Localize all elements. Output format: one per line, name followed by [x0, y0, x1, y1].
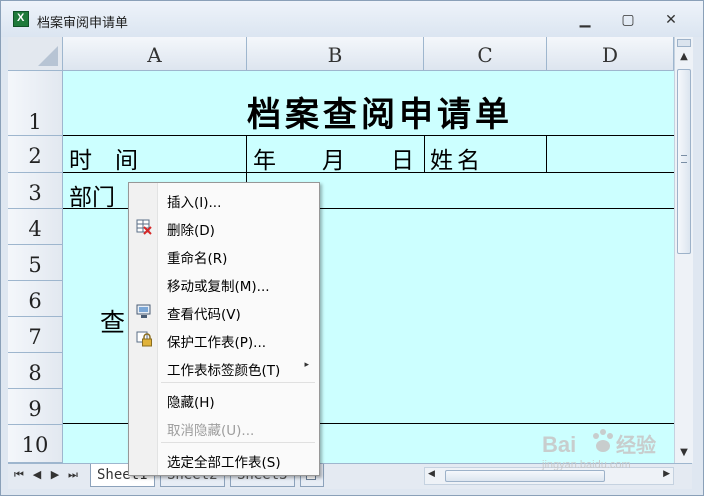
split-box[interactable] [677, 39, 691, 47]
sheet-tab-context-menu: 插入(I)... 删除(D) 重命名(R) 移动或复制(M)... 查看代码(V… [128, 182, 320, 476]
scroll-left-arrow-icon[interactable]: ◀ [428, 469, 435, 479]
menu-item-protect-sheet[interactable]: 保护工作表(P)... [129, 325, 319, 353]
row-header-4[interactable]: 4 [8, 209, 63, 245]
horizontal-scroll-thumb[interactable] [445, 470, 605, 482]
select-all-corner[interactable] [8, 37, 63, 71]
maximize-button[interactable]: ▢ [618, 12, 638, 28]
prev-sheet-icon[interactable]: ◀ [30, 468, 44, 481]
row-header-6[interactable]: 6 [8, 281, 63, 317]
svg-text:Bai: Bai [542, 432, 576, 457]
border-line [424, 135, 425, 172]
worksheet-grid: A B C D 1 2 3 4 5 6 7 8 9 10 档案查阅申请单 时 间… [8, 37, 674, 463]
menu-item-tab-color[interactable]: 工作表标签颜色(T) ▸ [129, 353, 319, 381]
sheet-title-cell: 档案查阅申请单 [247, 95, 513, 135]
excel-app-icon [13, 11, 29, 27]
row-header-7[interactable]: 7 [8, 317, 63, 353]
last-sheet-icon[interactable]: ⏭ [66, 468, 80, 482]
border-line [63, 135, 674, 136]
window-title: 档案审阅申请单 [37, 16, 129, 31]
row-header-10[interactable]: 10 [8, 425, 63, 463]
menu-item-rename[interactable]: 重命名(R) [129, 241, 319, 269]
row-header-3[interactable]: 3 [8, 173, 63, 209]
date-label-cell: 年 月 日 [253, 148, 414, 174]
column-header-b[interactable]: B [247, 37, 424, 71]
next-sheet-icon[interactable]: ▶ [48, 468, 62, 481]
column-header-a[interactable]: A [63, 37, 247, 71]
row-header-9[interactable]: 9 [8, 389, 63, 425]
row-header-2[interactable]: 2 [8, 136, 63, 173]
menu-item-view-code[interactable]: 查看代码(V) [129, 297, 319, 325]
vertical-scrollbar[interactable]: ▲ ▼ [674, 37, 693, 463]
column-header-c[interactable]: C [424, 37, 547, 71]
protect-lock-icon [136, 331, 152, 347]
menu-item-hide[interactable]: 隐藏(H) [129, 385, 319, 413]
title-bar: 档案审阅申请单 ▁ ▢ ✕ [1, 1, 703, 37]
menu-item-select-all-sheets[interactable]: 选定全部工作表(S) [129, 445, 319, 473]
row-header-8[interactable]: 8 [8, 353, 63, 389]
watermark-cn-text: 经验 [616, 433, 656, 457]
scroll-right-arrow-icon[interactable]: ▶ [663, 469, 670, 479]
row-header-5[interactable]: 5 [8, 245, 63, 281]
menu-separator [161, 442, 315, 443]
time-label-cell: 时 间 [69, 148, 138, 174]
menu-item-delete[interactable]: 删除(D) [129, 213, 319, 241]
view-code-icon [136, 304, 151, 318]
baidu-watermark-logo: Bai 经验 jingyan.baidu.com [541, 429, 656, 470]
scroll-up-arrow-icon[interactable]: ▲ [677, 51, 691, 62]
first-sheet-icon[interactable]: ⏮ [12, 468, 26, 482]
column-header-d[interactable]: D [547, 37, 674, 71]
menu-item-insert[interactable]: 插入(I)... [129, 185, 319, 213]
delete-sheet-icon [136, 219, 152, 235]
menu-item-unhide: 取消隐藏(U)... [167, 423, 255, 439]
grip-icon [681, 155, 687, 163]
border-line [546, 135, 547, 172]
dept-label-cell: 部门 [69, 185, 115, 211]
row6-partial-cell: 查 [100, 308, 126, 337]
menu-separator [161, 382, 315, 383]
minimize-button[interactable]: ▁ [575, 12, 595, 28]
watermark-url-text: jingyan.baidu.com [541, 459, 631, 470]
vertical-scroll-thumb[interactable] [677, 69, 691, 254]
name-label-cell: 姓名 [430, 148, 484, 174]
close-button[interactable]: ✕ [661, 12, 681, 28]
submenu-arrow-icon: ▸ [304, 360, 309, 370]
row-header-1[interactable]: 1 [8, 71, 63, 136]
menu-item-move-copy[interactable]: 移动或复制(M)... [129, 269, 319, 297]
